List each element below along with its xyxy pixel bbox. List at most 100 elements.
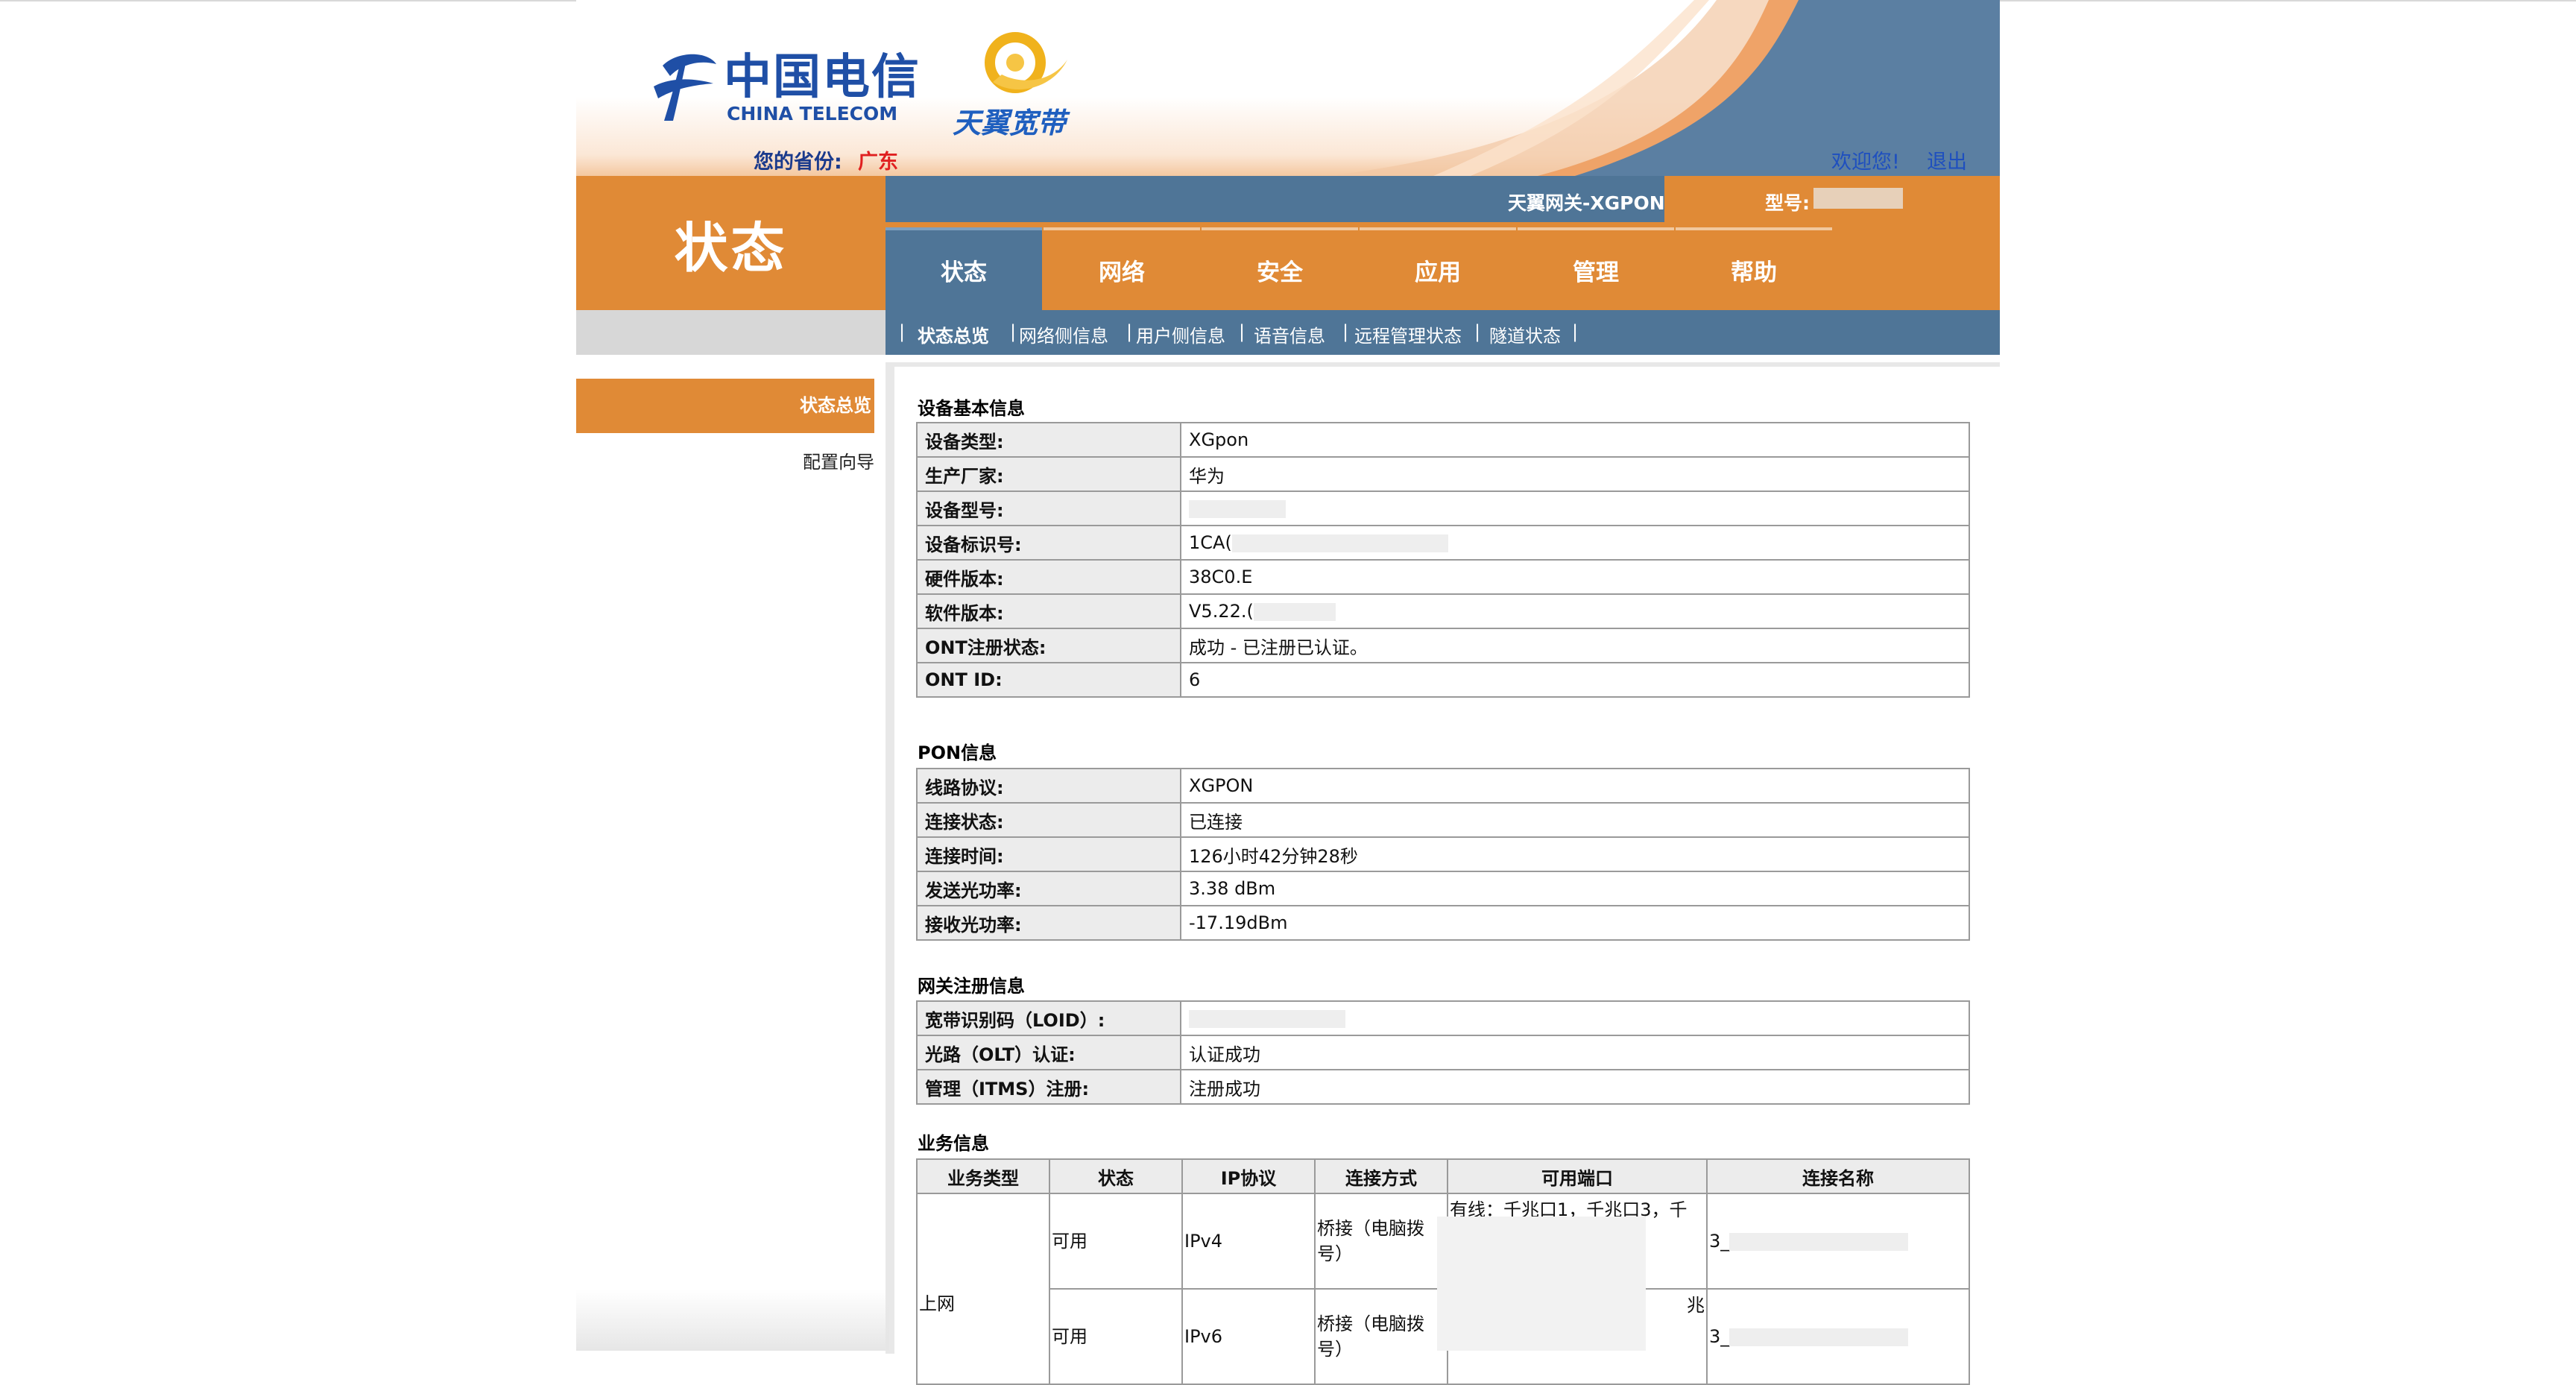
redacted-value bbox=[1729, 1233, 1909, 1251]
tab-network[interactable]: 网络 bbox=[1044, 227, 1200, 310]
tab-management[interactable]: 管理 bbox=[1518, 227, 1674, 310]
redacted-value bbox=[1729, 1328, 1909, 1346]
row-label: 管理（ITMS）注册: bbox=[916, 1069, 1181, 1105]
subnav-voice[interactable]: 语音信息 bbox=[1254, 321, 1325, 347]
table-row: 光路（OLT）认证: 认证成功 bbox=[916, 1035, 1970, 1070]
province-label: 您的省份: bbox=[754, 151, 842, 174]
gateway-registration-table: 宽带识别码（LOID）: 光路（OLT）认证: 认证成功 管理（ITMS）注册: 注… bbox=[916, 1000, 1970, 1105]
section-title-device: 设备基本信息 bbox=[918, 398, 1025, 419]
subnav-separator: | bbox=[1126, 321, 1133, 342]
row-value: 126小时42分钟28秒 bbox=[1180, 836, 1970, 872]
table-row: 硬件版本: 38C0.E bbox=[916, 559, 1970, 595]
page-title: 状态 bbox=[674, 216, 788, 280]
row-label: 连接状态: bbox=[916, 802, 1181, 838]
row-label: 硬件版本: bbox=[916, 559, 1181, 595]
table-row: 接收光功率: -17.19dBm bbox=[916, 905, 1970, 941]
column-header: 连接名称 bbox=[1706, 1158, 1970, 1194]
sidebar-item-config-wizard[interactable]: 配置向导 bbox=[576, 447, 874, 473]
row-label: ONT ID: bbox=[916, 662, 1181, 698]
service-type-cell: 上网 bbox=[916, 1193, 1050, 1385]
subnav-status-overview[interactable]: 状态总览 bbox=[918, 321, 989, 347]
table-row: 管理（ITMS）注册: 注册成功 bbox=[916, 1069, 1970, 1105]
device-id-prefix: 1CA( bbox=[1189, 532, 1232, 553]
subnav-separator: | bbox=[1342, 321, 1349, 342]
table-row: 设备标识号: 1CA( bbox=[916, 525, 1970, 561]
table-row: 连接时间: 126小时42分钟28秒 bbox=[916, 836, 1970, 872]
subnav-network-side[interactable]: 网络侧信息 bbox=[1019, 321, 1108, 347]
telecom-emblem-icon bbox=[654, 54, 716, 121]
table-row: 软件版本: V5.22.( bbox=[916, 593, 1970, 629]
redacted-value bbox=[1189, 500, 1286, 518]
column-header: 状态 bbox=[1049, 1158, 1183, 1194]
row-label: 软件版本: bbox=[916, 593, 1181, 629]
row-label: 设备型号: bbox=[916, 490, 1181, 526]
router-admin-page: 中国电信 CHINA TELECOM 天翼宽带 您的省份: 广东 欢迎您! 退出… bbox=[576, 0, 2000, 1385]
connection-mode-cell: 桥接（电脑拨号） bbox=[1314, 1288, 1448, 1385]
row-value: 3.38 dBm bbox=[1180, 871, 1970, 906]
row-value: V5.22.( bbox=[1180, 593, 1970, 629]
pon-info-table: 线路协议: XGPON 连接状态: 已连接 连接时间: 126小时42分钟28秒 发送… bbox=[916, 768, 1970, 941]
sidebar-item-status-overview[interactable]: 状态总览 bbox=[576, 379, 874, 433]
table-row: 线路协议: XGPON bbox=[916, 768, 1970, 804]
page-title-box: 状态 bbox=[576, 176, 886, 310]
table-row: 设备类型: XGpon bbox=[916, 422, 1970, 458]
redacted-value bbox=[1189, 1010, 1345, 1028]
table-row: 生产厂家: 华为 bbox=[916, 456, 1970, 492]
tab-help[interactable]: 帮助 bbox=[1676, 227, 1832, 310]
table-row: ONT注册状态: 成功 - 已注册已认证。 bbox=[916, 628, 1970, 663]
tab-status[interactable]: 状态 bbox=[886, 227, 1042, 310]
section-title-pon: PON信息 bbox=[918, 742, 997, 763]
row-value: XGPON bbox=[1180, 768, 1970, 804]
province-value: 广东 bbox=[858, 151, 898, 174]
tab-application[interactable]: 应用 bbox=[1360, 227, 1516, 310]
row-value: 已连接 bbox=[1180, 802, 1970, 838]
row-label: 线路协议: bbox=[916, 768, 1181, 804]
model-label: 型号: bbox=[1765, 192, 1810, 214]
row-label: 发送光功率: bbox=[916, 871, 1181, 906]
tianyi-swirl-icon bbox=[985, 32, 1067, 93]
bottom-shadow bbox=[576, 1290, 889, 1351]
subnav-separator: | bbox=[1010, 321, 1017, 342]
subnav-separator: | bbox=[899, 321, 906, 342]
subnav-tunnel[interactable]: 隧道状态 bbox=[1489, 321, 1561, 347]
gateway-name: 天翼网关-XGPON bbox=[1508, 192, 1665, 214]
section-title-services: 业务信息 bbox=[918, 1133, 989, 1154]
row-value: 注册成功 bbox=[1180, 1069, 1970, 1105]
row-value bbox=[1180, 1000, 1970, 1036]
column-header: 可用端口 bbox=[1447, 1158, 1708, 1194]
ip-protocol-cell: IPv4 bbox=[1181, 1193, 1316, 1290]
brand-cn: 中国电信 bbox=[724, 50, 921, 105]
column-header: 业务类型 bbox=[916, 1158, 1050, 1194]
redacted-value bbox=[1253, 603, 1336, 621]
banner: 中国电信 CHINA TELECOM 天翼宽带 您的省份: 广东 欢迎您! 退出 bbox=[576, 0, 2000, 176]
tianyi-logo: 天翼宽带 bbox=[953, 30, 1087, 139]
connection-name-prefix: 3_ bbox=[1709, 1231, 1730, 1252]
row-value: -17.19dBm bbox=[1180, 905, 1970, 941]
section-title-gateway: 网关注册信息 bbox=[918, 976, 1025, 997]
row-value: XGpon bbox=[1180, 422, 1970, 458]
row-label: 接收光功率: bbox=[916, 905, 1181, 941]
logout-link[interactable]: 退出 bbox=[1927, 145, 1967, 174]
row-label: 生产厂家: bbox=[916, 456, 1181, 492]
row-label: 宽带识别码（LOID）: bbox=[916, 1000, 1181, 1036]
column-header: 连接方式 bbox=[1314, 1158, 1448, 1194]
brand-en: CHINA TELECOM bbox=[727, 103, 898, 124]
row-label: ONT注册状态: bbox=[916, 628, 1181, 663]
row-label: 设备类型: bbox=[916, 422, 1181, 458]
row-value: 华为 bbox=[1180, 456, 1970, 492]
china-telecom-logo: 中国电信 CHINA TELECOM bbox=[648, 39, 919, 128]
subnav-separator: | bbox=[1474, 321, 1481, 342]
subnav-remote-management[interactable]: 远程管理状态 bbox=[1354, 321, 1462, 347]
row-value: 成功 - 已注册已认证。 bbox=[1180, 628, 1970, 663]
subnav-user-side[interactable]: 用户侧信息 bbox=[1136, 321, 1225, 347]
table-header-row: 业务类型 状态 IP协议 连接方式 可用端口 连接名称 bbox=[916, 1158, 1970, 1194]
column-header: IP协议 bbox=[1181, 1158, 1316, 1194]
ip-protocol-cell: IPv6 bbox=[1181, 1288, 1316, 1385]
tab-security[interactable]: 安全 bbox=[1202, 227, 1358, 310]
redacted-value bbox=[1231, 534, 1448, 552]
status-cell: 可用 bbox=[1049, 1288, 1183, 1385]
row-label: 连接时间: bbox=[916, 836, 1181, 872]
software-version-prefix: V5.22.( bbox=[1189, 601, 1254, 622]
table-row: 宽带识别码（LOID）: bbox=[916, 1000, 1970, 1036]
row-label: 光路（OLT）认证: bbox=[916, 1035, 1181, 1070]
